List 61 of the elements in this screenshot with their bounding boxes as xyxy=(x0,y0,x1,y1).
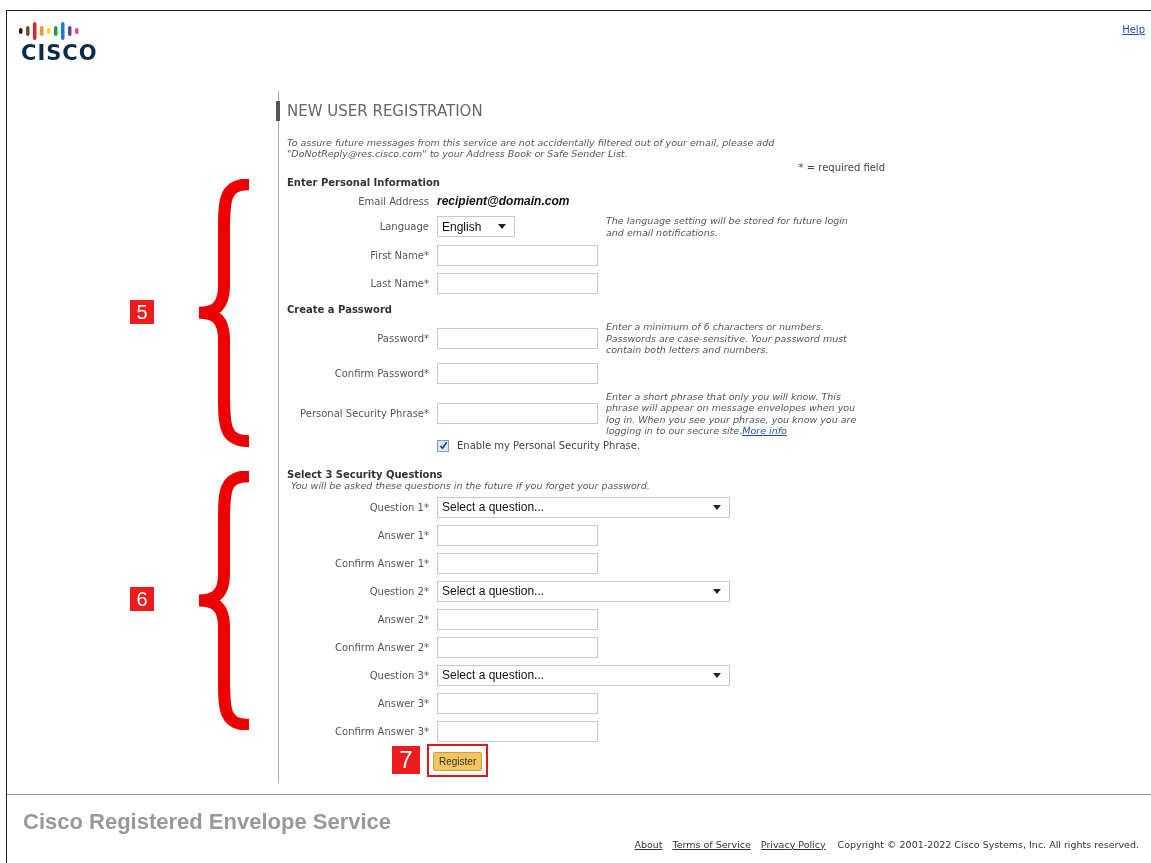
hint-text: Enter a minimum of 6 characters or numbers. Passwords are case-sensitive. Your password must contain both letters and numbers. xyxy=(606,321,848,356)
caret-icon xyxy=(713,588,721,594)
logo-bars-icon xyxy=(17,21,79,41)
hint-text: Enter a short phrase that only you will know. This phrase will appear on message envelopes when you log in. When you see your phrase, you know you are logging in to our secure site.More info xyxy=(606,390,858,437)
required-note: * = required field xyxy=(798,162,885,173)
callout-number: 5 xyxy=(130,299,154,324)
field-label: Password* xyxy=(376,332,429,344)
field-label: Confirm Answer 2* xyxy=(334,641,429,653)
email-value: recipient@domain.com xyxy=(437,194,571,208)
field-label: Question 3* xyxy=(368,669,429,681)
field-label: Email Address xyxy=(357,195,429,207)
logo-wordmark: CISCO xyxy=(21,43,98,64)
text-field[interactable] xyxy=(437,524,598,546)
callout-number: 6 xyxy=(130,587,154,611)
callout-number: 7 xyxy=(392,746,420,774)
field-label: Confirm Password* xyxy=(333,367,429,379)
section-heading: Select 3 Security Questions xyxy=(287,468,444,480)
footer-link[interactable]: About xyxy=(634,838,663,850)
field-label: Answer 2* xyxy=(376,613,429,625)
section-note: You will be asked these questions in the future if you forget your password. xyxy=(290,479,651,491)
checkbox-label: Enable my Personal Security Phrase. xyxy=(457,440,641,451)
checkbox[interactable] xyxy=(437,439,449,452)
text-field[interactable] xyxy=(437,552,598,574)
section-heading: Create a Password xyxy=(287,304,393,315)
field-label: Last Name* xyxy=(369,278,429,289)
field-label: Answer 1* xyxy=(376,529,429,541)
text-field[interactable] xyxy=(437,692,598,714)
text-field[interactable] xyxy=(437,720,598,742)
caret-icon xyxy=(713,672,721,678)
text-field[interactable] xyxy=(437,608,598,630)
hint-text: The language setting will be stored for future login and email notifications. xyxy=(606,215,849,238)
text-field[interactable] xyxy=(437,362,598,384)
question-select[interactable]: Select a question... xyxy=(437,496,730,518)
question-select[interactable]: Select a question... xyxy=(437,580,730,602)
more-info-link[interactable]: More info xyxy=(742,425,787,436)
field-label: Question 1* xyxy=(368,501,429,513)
text-field[interactable] xyxy=(437,273,598,294)
caret-icon xyxy=(498,224,506,229)
language-select[interactable]: English xyxy=(437,216,515,237)
field-label: Personal Security Phrase* xyxy=(299,408,429,419)
notice-text: To assure future messages from this service are not accidentally filtered out of your email, please add "DoNotReply@res.cisco.com" to your Address Book or Safe Sender List. xyxy=(287,137,776,159)
text-field[interactable] xyxy=(437,403,598,424)
footer-link[interactable]: Terms of Service xyxy=(672,838,751,850)
text-field[interactable] xyxy=(437,245,598,266)
footer-link[interactable]: Privacy Policy xyxy=(760,838,826,850)
field-label: Answer 3* xyxy=(376,697,429,709)
register-button[interactable]: Register xyxy=(433,751,483,771)
footer-brand: Cisco Registered Envelope Service xyxy=(23,808,393,835)
field-label: Language xyxy=(378,221,429,232)
field-label: Confirm Answer 1* xyxy=(334,557,429,569)
field-label: First Name* xyxy=(369,250,429,261)
help-link[interactable]: Help xyxy=(1122,24,1145,35)
section-heading: Enter Personal Information xyxy=(287,177,441,188)
text-field[interactable] xyxy=(437,636,598,658)
caret-icon xyxy=(713,504,721,510)
field-label: Confirm Answer 3* xyxy=(334,725,429,737)
text-field[interactable] xyxy=(437,327,598,349)
page-title: NEW USER REGISTRATION xyxy=(287,101,484,121)
field-label: Question 2* xyxy=(368,585,429,597)
question-select[interactable]: Select a question... xyxy=(437,664,730,686)
copyright-text: Copyright © 2001-2022 Cisco Systems, Inc. All rights reserved. xyxy=(837,838,1139,850)
